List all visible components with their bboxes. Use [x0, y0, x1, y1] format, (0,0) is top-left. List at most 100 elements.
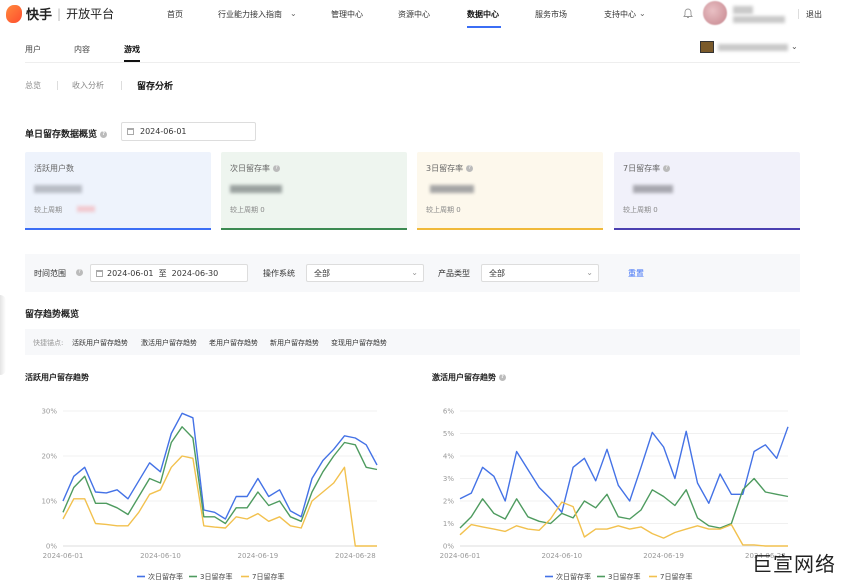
help-icon[interactable]: ? [100, 131, 108, 138]
account-name-redacted[interactable] [718, 44, 788, 51]
account-id-redacted [733, 16, 785, 23]
divider [798, 9, 799, 19]
chevron-down-icon[interactable]: ⌄ [791, 42, 798, 51]
product-type-label: 产品类型 [438, 269, 470, 278]
brand-name: 快手 [26, 8, 53, 23]
brand-logo[interactable]: 快手 | 开放平台 [6, 4, 114, 23]
nav-item-data-center[interactable]: 数据中心 [467, 9, 499, 20]
tab-game[interactable]: 游戏 [124, 44, 140, 55]
card-compare: 较上周期 0 [623, 206, 658, 214]
game-account-icon[interactable] [700, 41, 714, 53]
divider [25, 62, 800, 63]
chart-title-activated: 激活用户留存趋势? [432, 372, 506, 383]
single-day-title-text: 单日留存数据概览 [25, 130, 98, 140]
legend-label[interactable]: 次日留存率 [556, 572, 591, 581]
side-handle[interactable] [0, 295, 6, 375]
nav-item-resources[interactable]: 资源中心 [398, 9, 430, 20]
tab-revenue-analysis[interactable]: 收入分析 [72, 80, 104, 91]
tab-users[interactable]: 用户 [25, 44, 41, 55]
card-7day-retention: 7日留存率? 较上周期 0 [614, 152, 800, 230]
legend-label[interactable]: 7日留存率 [252, 572, 284, 581]
watermark: 巨宣网络 [752, 552, 836, 576]
trend-title: 留存趋势概览 [25, 310, 80, 320]
nav-item-service-market[interactable]: 服务市场 [535, 9, 567, 20]
anchor-new-users[interactable]: 新用户留存趋势 [270, 338, 319, 348]
anchor-monetized-users[interactable]: 变现用户留存趋势 [331, 338, 387, 348]
card-accent-bar [25, 228, 211, 230]
brand-divider: | [57, 6, 62, 21]
legend-label[interactable]: 次日留存率 [148, 572, 183, 581]
series-line[interactable] [62, 426, 378, 525]
legend-label[interactable]: 3日留存率 [608, 572, 640, 581]
y-tick-label: 0% [443, 543, 454, 551]
anchor-old-users[interactable]: 老用户留存趋势 [209, 338, 258, 348]
chevron-down-icon: ⌄ [411, 268, 418, 277]
divider [121, 81, 122, 90]
time-range-picker[interactable]: 2024-06-01 至 2024-06-30 [90, 264, 248, 282]
card-accent-bar [417, 228, 603, 230]
card-value-redacted [34, 184, 84, 194]
logout-link[interactable]: 退出 [806, 9, 822, 20]
card-value-redacted [426, 184, 476, 194]
card-compare: 较上周期 0 [426, 206, 461, 214]
series-line[interactable] [459, 501, 788, 547]
legend-label[interactable]: 7日留存率 [660, 572, 692, 581]
tab-overview[interactable]: 总览 [25, 80, 41, 91]
time-range-value: 2024-06-01 至 2024-06-30 [107, 269, 219, 278]
card-value-redacted [230, 184, 282, 194]
anchor-active-users[interactable]: 活跃用户留存趋势 [72, 338, 128, 348]
nav-item-management[interactable]: 管理中心 [331, 9, 363, 20]
nav-item-industry-guide[interactable]: 行业能力接入指南 [218, 9, 282, 20]
card-compare: 较上周期 0 [230, 206, 265, 214]
nav-item-support[interactable]: 支持中心 [604, 9, 636, 20]
help-icon[interactable]: ? [273, 165, 280, 172]
calendar-icon [96, 270, 103, 277]
username-redacted [733, 6, 753, 14]
legend-label[interactable]: 3日留存率 [200, 572, 232, 581]
chart-activated-retention: 0% 1% 2% 3% 4% 5% 6% 2024-06-01 2024-06-10 2024-0… [440, 408, 789, 581]
time-range-label: 时间范围 [34, 269, 66, 278]
y-tick-label: 30% [41, 408, 57, 416]
y-tick-label: 4% [443, 453, 454, 461]
series-line[interactable] [62, 412, 378, 520]
nav-active-indicator [467, 26, 501, 28]
help-icon[interactable]: ? [76, 269, 83, 276]
tab-retention-analysis[interactable]: 留存分析 [137, 79, 173, 92]
bell-icon[interactable] [683, 8, 693, 19]
x-tick-label: 2024-06-01 [43, 552, 84, 560]
os-select[interactable]: 全部 ⌄ [306, 264, 424, 282]
y-tick-label: 0% [46, 543, 57, 551]
user-avatar[interactable] [703, 1, 727, 25]
chevron-down-icon: ⌄ [586, 268, 593, 277]
single-day-date-value: 2024-06-01 [140, 127, 187, 136]
help-icon[interactable]: ? [466, 165, 474, 172]
single-day-date-picker[interactable]: 2024-06-01 [121, 122, 256, 141]
chart-title-activated-text: 激活用户留存趋势 [432, 373, 496, 382]
product-type-value: 全部 [489, 269, 505, 278]
nav-item-home[interactable]: 首页 [167, 9, 183, 20]
anchor-activated-users[interactable]: 激活用户留存趋势 [141, 338, 197, 348]
help-icon[interactable]: ? [663, 165, 671, 172]
x-tick-label: 2024-06-10 [140, 552, 181, 560]
y-tick-label: 2% [443, 498, 454, 506]
x-tick-label: 2024-06-28 [335, 552, 376, 560]
reset-button[interactable]: 重置 [628, 268, 644, 279]
y-tick-label: 10% [41, 498, 57, 506]
card-3day-retention: 3日留存率? 较上周期 0 [417, 152, 603, 230]
card-title: 活跃用户数 [34, 164, 74, 173]
x-tick-label: 2024-06-19 [238, 552, 279, 560]
os-value: 全部 [314, 269, 330, 278]
y-tick-label: 3% [443, 475, 454, 483]
quick-anchor-bar: 快捷锚点: 活跃用户留存趋势 激活用户留存趋势 老用户留存趋势 新用户留存趋势 … [25, 329, 800, 355]
card-title-text: 7日留存率 [623, 164, 661, 173]
tab-content[interactable]: 内容 [74, 44, 90, 55]
y-tick-label: 5% [443, 430, 454, 438]
help-icon[interactable]: ? [499, 374, 506, 381]
card-value-redacted [623, 184, 673, 194]
card-next-day-retention: 次日留存率? 较上周期 0 [221, 152, 407, 230]
platform-name: 开放平台 [66, 7, 115, 21]
chevron-down-icon: ⌄ [290, 9, 297, 18]
y-tick-label: 20% [41, 453, 57, 461]
card-accent-bar [221, 228, 407, 230]
product-type-select[interactable]: 全部 ⌄ [481, 264, 599, 282]
